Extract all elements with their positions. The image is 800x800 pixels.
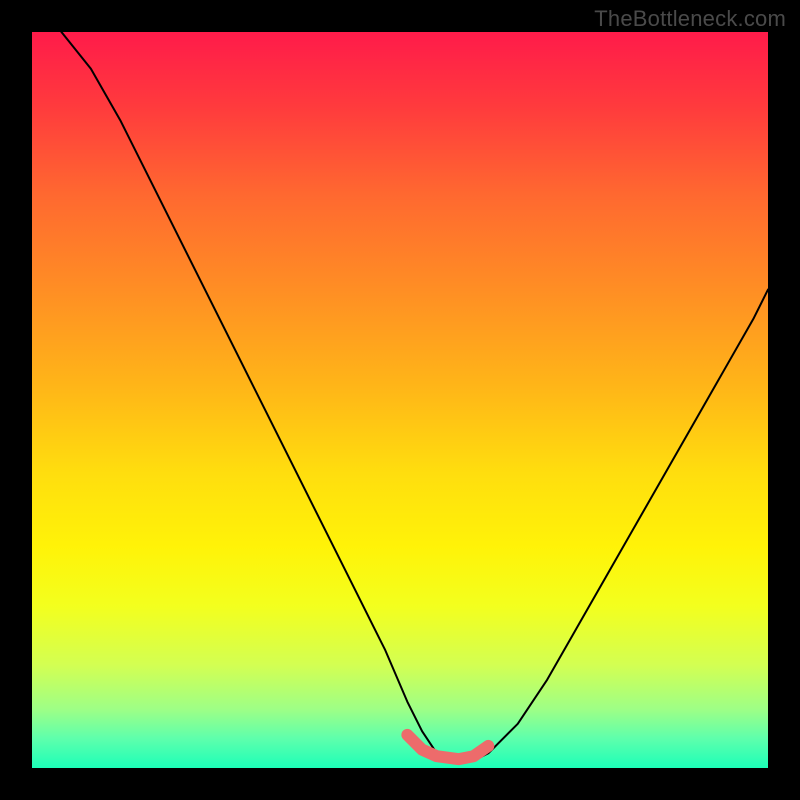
bottleneck-curve-path <box>61 32 768 761</box>
watermark-text: TheBottleneck.com <box>594 6 786 32</box>
chart-plot-area <box>32 32 768 768</box>
chart-svg-layer <box>32 32 768 768</box>
optimal-range-highlight-path <box>407 735 488 759</box>
